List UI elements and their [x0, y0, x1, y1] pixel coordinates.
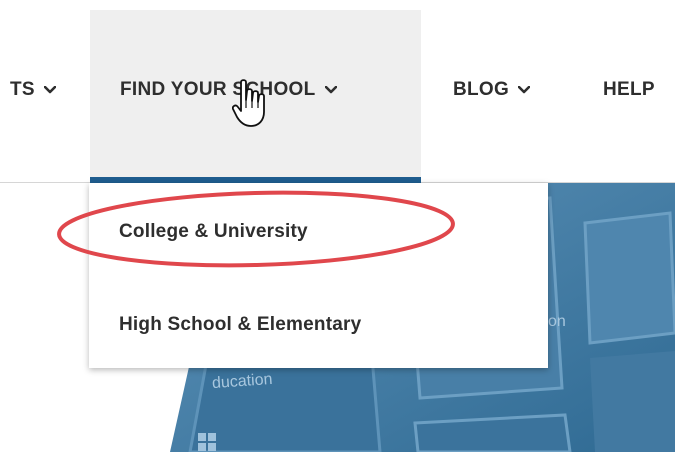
nav-item-products[interactable]: TS	[10, 72, 56, 108]
chevron-down-icon	[43, 86, 56, 94]
dropdown-item-high-school-elementary[interactable]: High School & Elementary	[119, 314, 361, 336]
chevron-down-icon	[518, 86, 531, 94]
nav-item-label: TS	[10, 79, 35, 100]
find-your-school-dropdown: College & University High School & Eleme…	[89, 183, 548, 368]
nav-item-help[interactable]: HELP	[603, 72, 655, 108]
nav-item-label: FIND YOUR SCHOOL	[120, 79, 316, 100]
nav-item-label: BLOG	[453, 79, 510, 100]
background-text-fragment: on	[548, 313, 566, 330]
nav-item-label: HELP	[603, 79, 655, 100]
dropdown-item-college-university[interactable]: College & University	[119, 221, 308, 243]
chevron-down-icon	[324, 86, 337, 94]
nav-item-find-your-school[interactable]: FIND YOUR SCHOOL	[120, 72, 337, 108]
nav-item-blog[interactable]: BLOG	[453, 72, 531, 108]
